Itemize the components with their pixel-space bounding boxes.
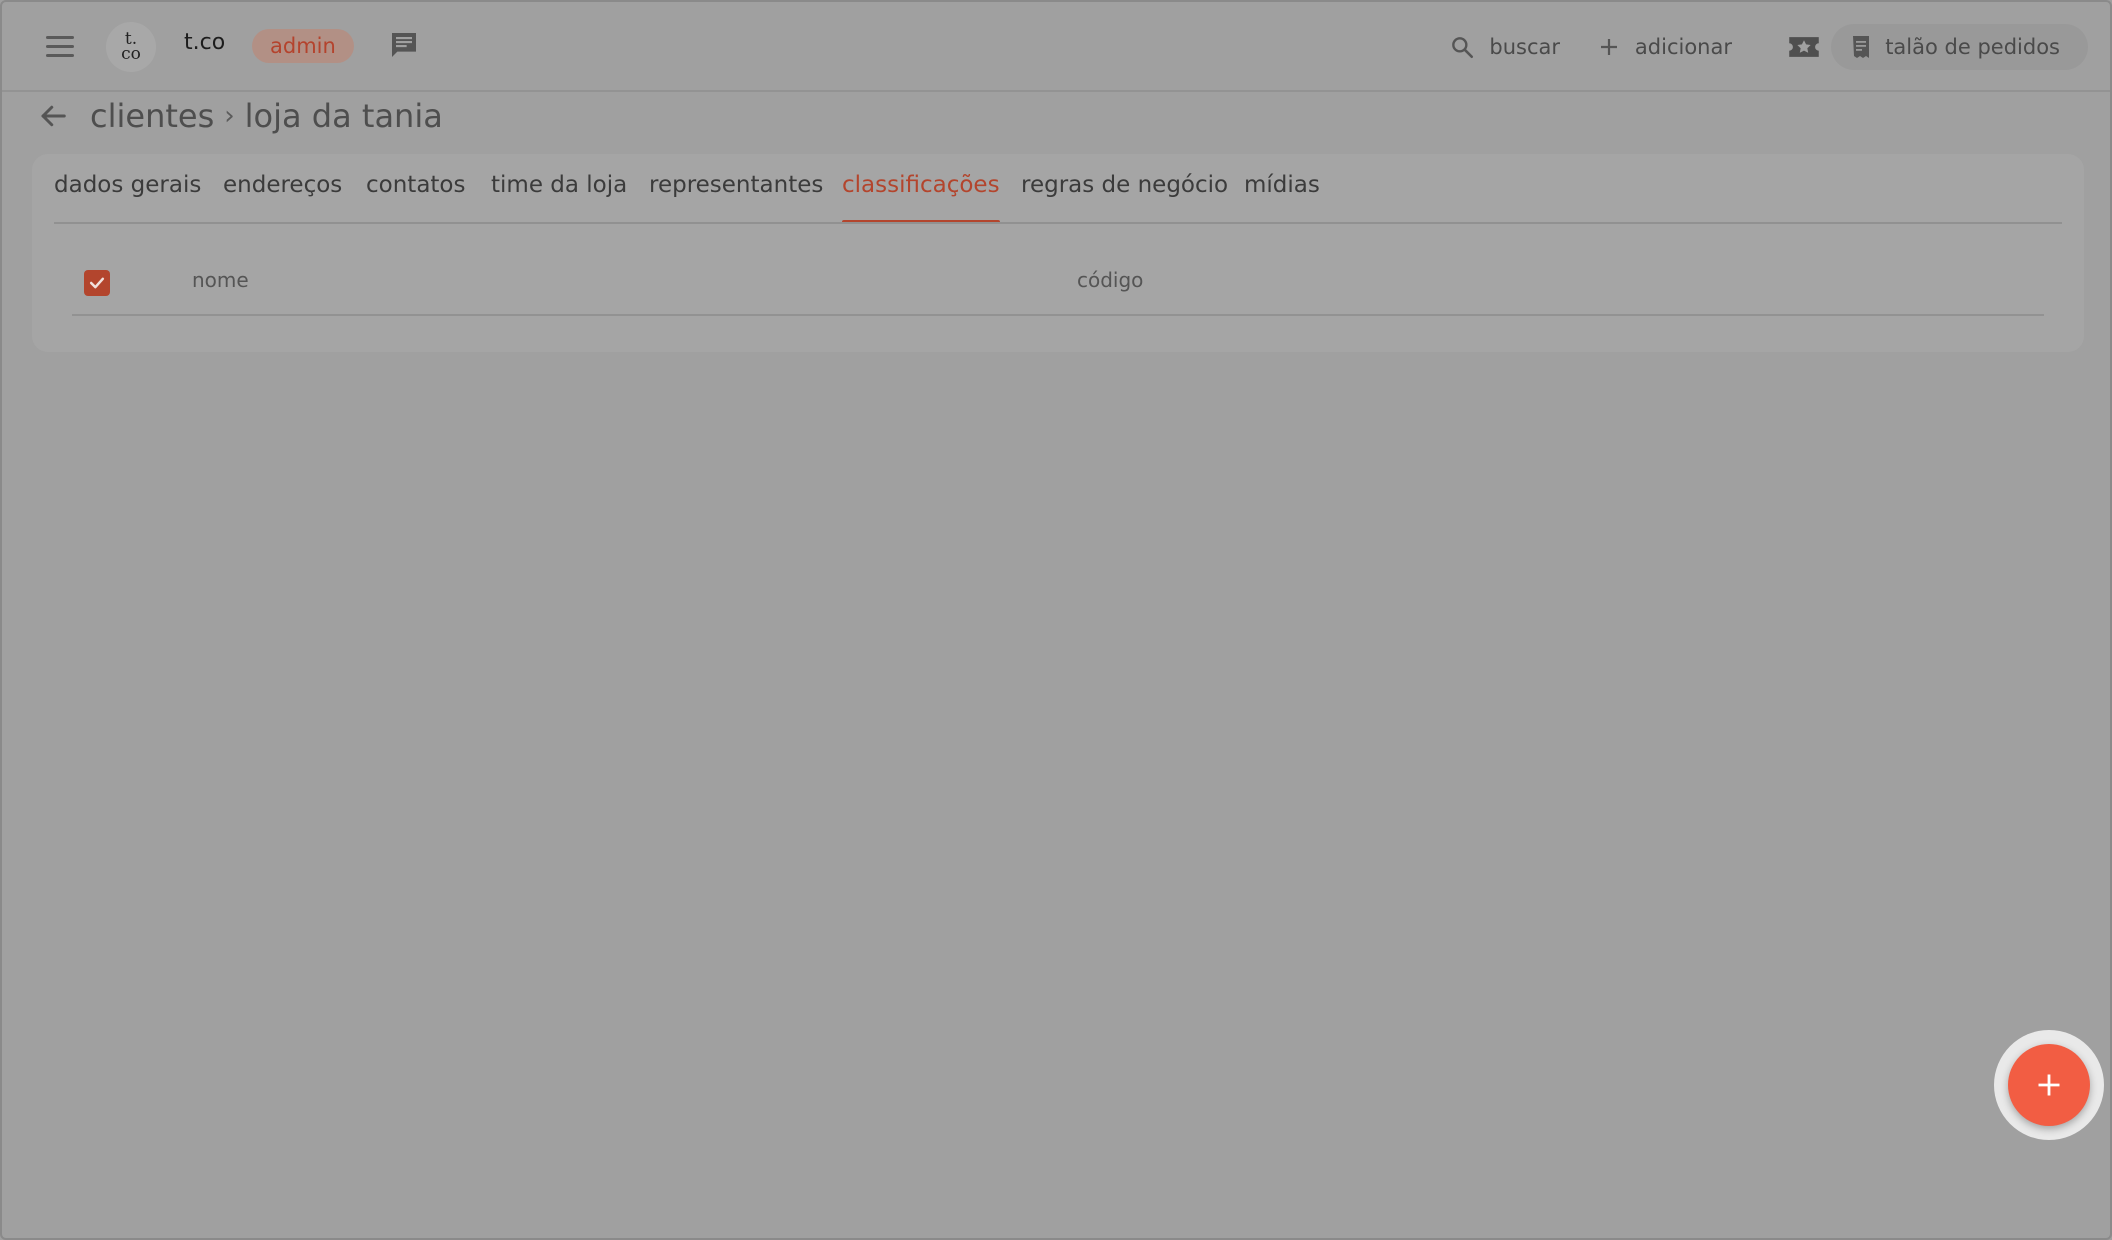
breadcrumb-separator: › [224, 101, 235, 131]
back-arrow-icon[interactable] [38, 101, 68, 131]
menu-icon[interactable] [42, 28, 78, 64]
add-fab-button[interactable] [2008, 1044, 2090, 1126]
fab-container [1994, 1030, 2104, 1140]
tab-midias[interactable]: mídias [1244, 172, 1320, 198]
select-all-checkbox[interactable] [84, 270, 110, 296]
plus-icon [1600, 39, 1617, 55]
company-logo: t. co [106, 22, 156, 72]
top-bar: t. co t.co admin buscar adicionar talão … [2, 2, 2110, 92]
tab-regras-de-negocio[interactable]: regras de negócio [1021, 172, 1228, 198]
order-book-label: talão de pedidos [1885, 35, 2060, 59]
tabs-divider [54, 222, 2062, 224]
tab-dados-gerais[interactable]: dados gerais [54, 172, 201, 198]
role-badge: admin [252, 29, 354, 63]
tab-representantes[interactable]: representantes [649, 172, 823, 198]
plus-icon [2038, 1074, 2060, 1096]
content-card: dados gerais endereços contatos time da … [32, 154, 2084, 352]
star-ticket-icon [1789, 37, 1819, 57]
add-button[interactable]: adicionar [1597, 24, 1732, 70]
search-button[interactable]: buscar [1449, 24, 1560, 70]
breadcrumb-current: loja da tania [244, 97, 443, 135]
table-header: nome código [72, 258, 2044, 316]
column-header-codigo[interactable]: código [1077, 268, 1143, 292]
tab-enderecos[interactable]: endereços [223, 172, 342, 198]
tab-time-da-loja[interactable]: time da loja [491, 172, 627, 198]
order-book-button[interactable]: talão de pedidos [1831, 24, 2088, 70]
breadcrumb-clientes[interactable]: clientes [90, 97, 214, 135]
tab-contatos[interactable]: contatos [366, 172, 465, 198]
check-icon [89, 277, 105, 289]
column-header-nome[interactable]: nome [192, 268, 249, 292]
company-name: t.co [184, 30, 226, 55]
search-label: buscar [1489, 35, 1560, 59]
app-window: t. co t.co admin buscar adicionar talão … [0, 0, 2112, 1240]
tab-bar: dados gerais endereços contatos time da … [32, 154, 2084, 224]
breadcrumb: clientes › loja da tania [38, 94, 443, 138]
order-book-icon [1853, 36, 1870, 58]
add-label: adicionar [1634, 35, 1732, 59]
favorites-button[interactable] [1788, 24, 1820, 70]
tab-classificacoes[interactable]: classificações [842, 172, 1000, 224]
chat-icon[interactable] [388, 29, 420, 61]
search-icon [1452, 37, 1474, 59]
